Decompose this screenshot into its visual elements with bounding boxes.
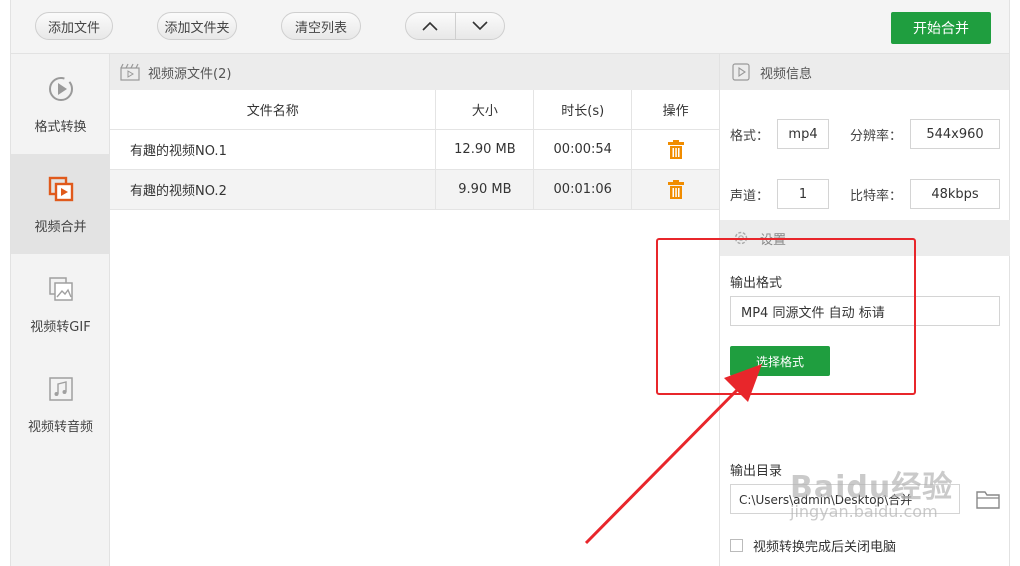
sidebar-item-label: 视频转音频 [27,420,93,435]
gear-icon [734,231,748,245]
chevron-down-icon [472,21,488,31]
resolution-field: 分辨率： 544x960 [850,119,1001,149]
chevron-up-icon [422,21,439,31]
file-list-header: 视频源文件(2) [110,54,719,90]
file-name: 有趣的视频NO.1 [130,144,227,159]
table-row[interactable]: 有趣的视频NO.2 9.90 MB 00:01:06 [110,170,719,210]
file-list-panel: 视频源文件(2) 文件名称 大小 时长(s) 操作 有趣的视频NO.1 12.9… [110,54,720,566]
video-info-title: 视频信息 [760,66,813,82]
bitrate-value: 48kbps [910,179,1001,209]
clapperboard-icon [120,63,140,81]
sidebar-item-video-merge[interactable]: 视频合并 [11,154,110,254]
sidebar-item-format-convert[interactable]: 格式转换 [11,54,110,154]
video-info-header: 视频信息 [720,54,1009,90]
file-name: 有趣的视频NO.2 [130,184,227,199]
sidebar-item-label: 视频合并 [34,220,87,235]
video-info-icon [732,63,750,81]
trash-icon [667,139,684,159]
delete-file-button[interactable] [631,130,719,169]
choose-format-button[interactable]: 选择格式 [730,346,830,376]
file-duration: 00:01:06 [533,170,631,209]
settings-title: 设置 [760,232,787,248]
format-field: 格式： mp4 [730,119,830,149]
resolution-label: 分辨率： [850,128,903,144]
sidebar-item-label: 格式转换 [34,120,87,135]
settings-header: 设置 [720,220,1010,256]
move-down-button[interactable] [454,13,504,39]
merge-video-icon [46,174,76,204]
start-merge-button[interactable]: 开始合并 [891,12,991,44]
file-size: 9.90 MB [435,170,533,209]
move-up-button[interactable] [406,13,455,39]
music-note-icon [46,374,76,404]
trash-icon [667,179,684,199]
output-dir-label: 输出目录 [730,464,783,479]
column-header-duration: 时长(s) [533,90,631,129]
format-value: mp4 [777,119,830,149]
clear-list-button[interactable]: 清空列表 [281,12,361,40]
sidebar-item-video-to-gif[interactable]: 视频转GIF [11,254,110,354]
shutdown-option[interactable]: 视频转换完成后关闭电脑 [730,536,896,555]
sidebar: 格式转换 视频合并 视频转GIF 视频转音频 [10,54,110,566]
channel-value: 1 [777,179,830,209]
shutdown-label: 视频转换完成后关闭电脑 [753,540,897,555]
add-file-button[interactable]: 添加文件 [35,12,113,40]
column-header-name: 文件名称 [246,104,299,119]
add-folder-button[interactable]: 添加文件夹 [157,12,237,40]
column-header-size: 大小 [435,90,533,129]
output-dir-field[interactable]: C:\Users\admin\Desktop\合并 [730,484,960,514]
sidebar-item-video-to-audio[interactable]: 视频转音频 [11,354,110,454]
table-row[interactable]: 有趣的视频NO.1 12.90 MB 00:00:54 [110,130,719,170]
bitrate-field: 比特率： 48kbps [850,179,1001,209]
right-panel: 视频信息 格式： mp4 分辨率： 544x960 声道： 1 比特率： 48k… [720,54,1010,566]
file-size: 12.90 MB [435,130,533,169]
file-list-title: 视频源文件(2) [148,66,232,82]
play-circle-icon [46,74,76,104]
image-icon [46,274,76,304]
sidebar-item-label: 视频转GIF [30,320,91,335]
resolution-value: 544x960 [910,119,1001,149]
shutdown-checkbox[interactable] [730,539,743,552]
format-label: 格式： [730,128,770,144]
channel-field: 声道： 1 [730,179,830,209]
folder-icon [976,491,1000,509]
output-format-label: 输出格式 [730,276,783,291]
toolbar: 添加文件 添加文件夹 清空列表 开始合并 [10,0,1010,54]
table-header: 文件名称 大小 时长(s) 操作 [110,90,719,130]
open-folder-button[interactable] [976,488,1000,510]
delete-file-button[interactable] [631,170,719,209]
output-format-field: MP4 同源文件 自动 标请 [730,296,1000,326]
bitrate-label: 比特率： [850,188,903,204]
file-duration: 00:00:54 [533,130,631,169]
column-header-action: 操作 [631,90,719,129]
move-buttons [405,12,505,40]
channel-label: 声道： [730,188,770,204]
